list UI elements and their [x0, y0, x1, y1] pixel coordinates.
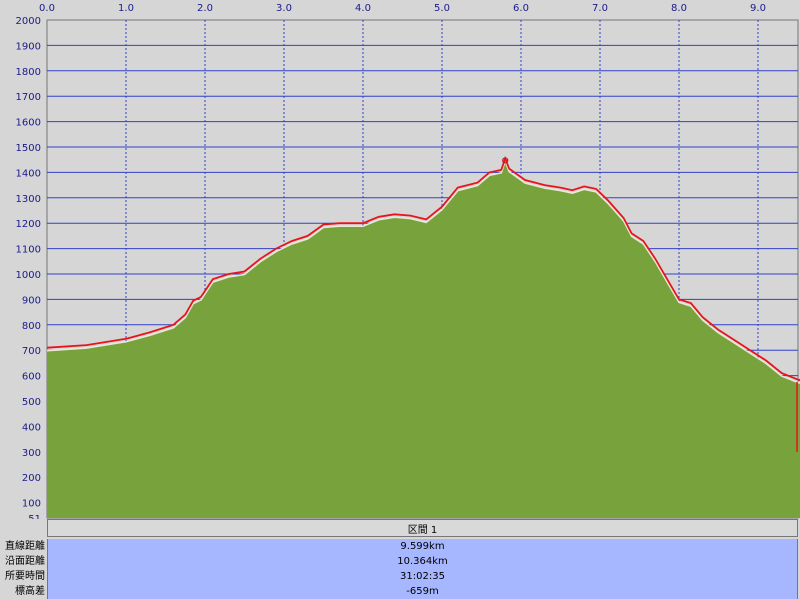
y-tick-label: 1700: [16, 92, 41, 103]
stat-value: 31:02:35: [47, 569, 798, 584]
x-tick-label: 1.0: [118, 3, 134, 14]
x-tick-label: 8.0: [671, 3, 687, 14]
x-tick-label: 0.0: [39, 3, 55, 14]
x-tick-label: 9.0: [750, 3, 766, 14]
y-tick-label: 51: [28, 514, 41, 519]
y-axis-ticks: 2000 1900 1800 1700 1600 1500 1400 1300 1200 1100…: [16, 16, 41, 519]
y-tick-label: 1800: [16, 67, 41, 78]
stats-panel: 直線距離 9.599km 沿面距離 10.364km 所要時間 31:02:35…: [0, 538, 800, 600]
y-tick-label: 200: [22, 473, 41, 484]
stat-label: 直線距離: [5, 541, 45, 552]
x-axis-ticks: 0.0 1.0 2.0 3.0 4.0 5.0 6.0 7.0 8.0 9.0: [39, 3, 766, 14]
y-tick-label: 1100: [16, 245, 41, 256]
stat-row-surface-distance: 沿面距離 10.364km: [0, 554, 800, 569]
y-tick-label: 600: [22, 372, 41, 383]
x-tick-label: 7.0: [592, 3, 608, 14]
stat-label: 沿面距離: [5, 556, 45, 567]
stat-value: 9.599km: [47, 539, 798, 554]
y-tick-label: 400: [22, 422, 41, 433]
x-tick-label: 4.0: [355, 3, 371, 14]
y-tick-label: 1600: [16, 118, 41, 129]
elevation-chart: 0.0 1.0 2.0 3.0 4.0 5.0 6.0 7.0 8.0 9.0 2000 1900 1…: [16, 3, 800, 519]
y-tick-label: 900: [22, 295, 41, 306]
stat-label: 所要時間: [5, 571, 45, 582]
section-header: 区間 1: [47, 519, 798, 537]
stat-row-elevation-difference: 標高差 -659m: [0, 584, 800, 599]
stat-value: -659m: [47, 584, 798, 599]
x-tick-label: 2.0: [197, 3, 213, 14]
x-tick-label: 3.0: [276, 3, 292, 14]
x-tick-label: 5.0: [434, 3, 450, 14]
y-tick-label: 100: [22, 499, 41, 510]
y-tick-label: 2000: [16, 16, 41, 27]
y-tick-label: 1300: [16, 194, 41, 205]
y-tick-label: 1000: [16, 270, 41, 281]
stat-row-required-time: 所要時間 31:02:35: [0, 569, 800, 584]
stat-label: 標高差: [15, 586, 45, 597]
stat-value: 10.364km: [47, 554, 798, 569]
y-tick-label: 500: [22, 397, 41, 408]
y-tick-label: 700: [22, 346, 41, 357]
y-tick-label: 800: [22, 321, 41, 332]
y-tick-label: 1900: [16, 41, 41, 52]
y-tick-label: 300: [22, 448, 41, 459]
x-tick-label: 6.0: [513, 3, 529, 14]
y-tick-label: 1200: [16, 219, 41, 230]
y-tick-label: 1400: [16, 168, 41, 179]
y-tick-label: 1500: [16, 143, 41, 154]
stat-row-straight-distance: 直線距離 9.599km: [0, 539, 800, 554]
